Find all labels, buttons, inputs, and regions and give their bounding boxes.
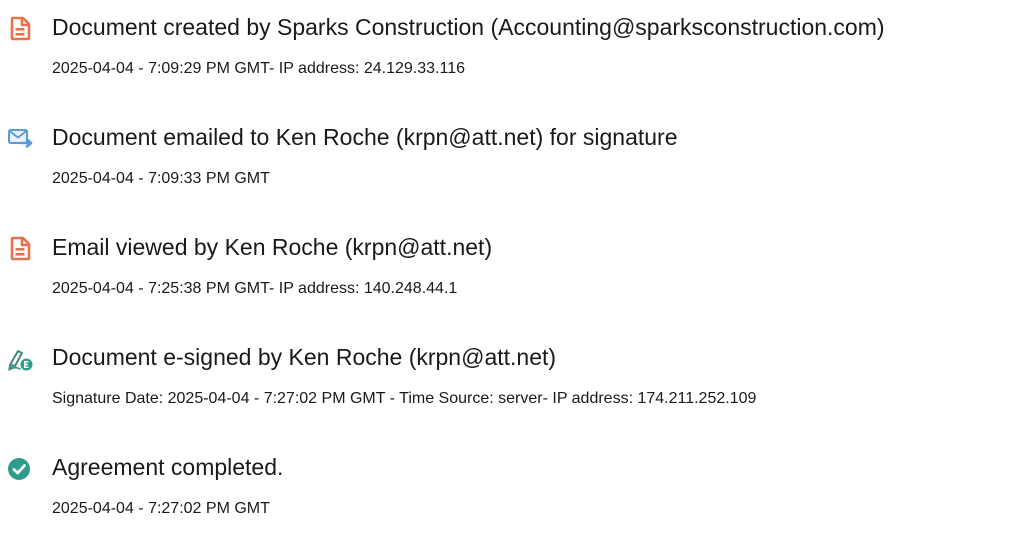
event-detail: 2025-04-04 - 7:25:38 PM GMT- IP address:… — [52, 280, 458, 297]
audit-event-created: Document created by Sparks Construction … — [0, 0, 1015, 80]
e-signature-icon — [6, 344, 34, 372]
event-detail: Signature Date: 2025-04-04 - 7:27:02 PM … — [52, 390, 757, 407]
email-sent-icon — [6, 124, 34, 152]
audit-event-emailed: Document emailed to Ken Roche (krpn@att.… — [0, 110, 1015, 190]
audit-trail: Document created by Sparks Construction … — [0, 0, 1015, 540]
event-detail: 2025-04-04 - 7:27:02 PM GMT — [52, 500, 270, 517]
event-title: Document created by Sparks Construction … — [52, 14, 885, 40]
event-title: Agreement completed. — [52, 454, 284, 480]
event-detail: 2025-04-04 - 7:09:29 PM GMT- IP address:… — [52, 60, 465, 77]
audit-event-completed: Agreement completed. 2025-04-04 - 7:27:0… — [0, 440, 1015, 520]
event-title: Document emailed to Ken Roche (krpn@att.… — [52, 124, 678, 150]
document-created-icon — [6, 14, 34, 42]
audit-event-signed: Document e-signed by Ken Roche (krpn@att… — [0, 330, 1015, 410]
checkmark-circle-icon — [6, 454, 34, 482]
event-detail: 2025-04-04 - 7:09:33 PM GMT — [52, 170, 270, 187]
audit-event-viewed: Email viewed by Ken Roche (krpn@att.net)… — [0, 220, 1015, 300]
event-title: Document e-signed by Ken Roche (krpn@att… — [52, 344, 557, 370]
document-viewed-icon — [6, 234, 34, 262]
event-title: Email viewed by Ken Roche (krpn@att.net) — [52, 234, 493, 260]
